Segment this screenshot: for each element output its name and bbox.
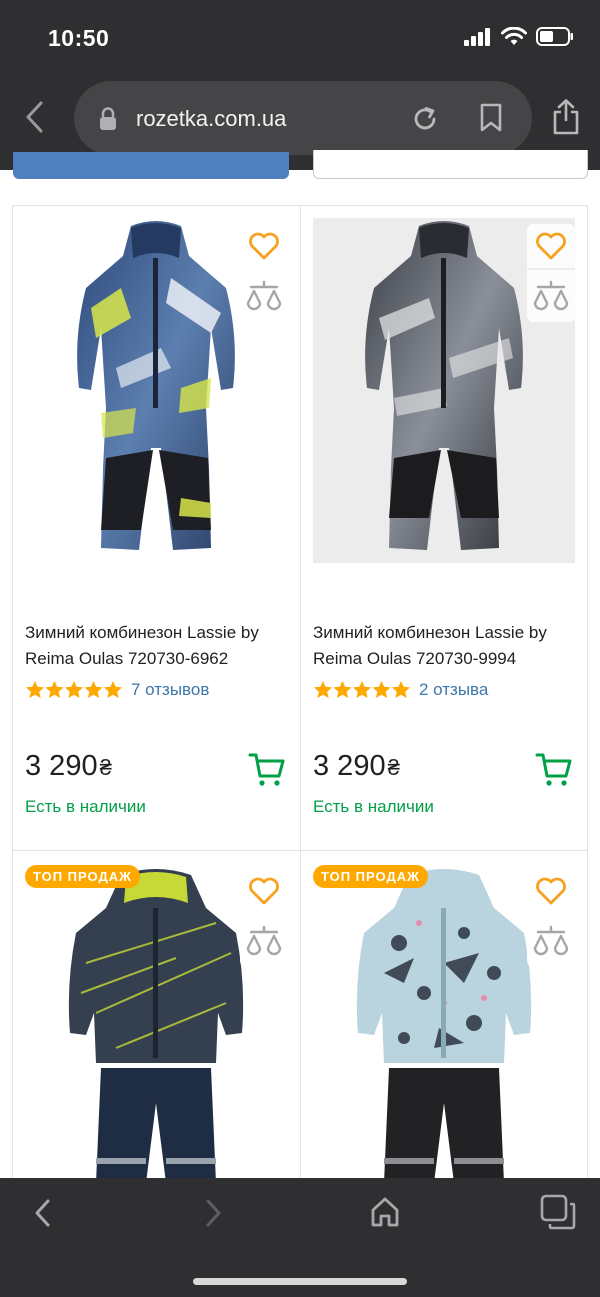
sort-select[interactable] <box>313 150 588 179</box>
product-card[interactable]: Зимний комбинезон Lassie by Reima Oulas … <box>300 206 588 851</box>
price-value: 3 290 <box>25 750 98 782</box>
bookmark-icon[interactable] <box>479 103 503 133</box>
product-title[interactable]: Зимний комбинезон Lassie by Reima Oulas … <box>25 620 295 672</box>
favorite-heart-icon[interactable] <box>240 224 288 268</box>
battery-icon <box>536 27 574 51</box>
rating-stars <box>25 680 123 700</box>
top-sales-badge: ТОП ПРОДАЖ <box>313 865 428 888</box>
tabs-icon[interactable] <box>540 1194 576 1230</box>
wifi-icon <box>501 26 527 51</box>
favorite-heart-icon[interactable] <box>240 869 288 913</box>
availability-status: Есть в наличии <box>25 797 146 816</box>
home-icon[interactable] <box>370 1196 400 1228</box>
compare-scales-icon[interactable] <box>527 915 575 967</box>
favorite-heart-icon[interactable] <box>527 869 575 913</box>
price-value: 3 290 <box>313 750 386 782</box>
url-text[interactable]: rozetka.com.ua <box>136 106 286 132</box>
product-price: 3 290 ₴ <box>313 750 400 783</box>
add-to-cart-icon[interactable] <box>248 752 286 793</box>
back-icon[interactable] <box>32 1198 54 1228</box>
back-chevron-icon[interactable] <box>24 100 46 134</box>
availability-status: Есть в наличии <box>313 797 434 816</box>
currency-symbol: ₴ <box>387 755 400 780</box>
product-card[interactable]: ТОП ПРОДАЖ <box>300 851 588 1191</box>
filter-button[interactable] <box>13 152 289 179</box>
share-icon[interactable] <box>551 98 581 136</box>
reviews-link[interactable]: 2 отзыва <box>419 680 488 700</box>
product-rating[interactable]: 2 отзыва <box>313 680 488 700</box>
status-time: 10:50 <box>48 25 110 51</box>
compare-scales-icon[interactable] <box>240 915 288 967</box>
product-grid: Зимний комбинезон Lassie by Reima Oulas … <box>12 205 588 1191</box>
top-sales-badge: ТОП ПРОДАЖ <box>25 865 140 888</box>
compare-scales-icon[interactable] <box>527 270 575 322</box>
product-card[interactable]: Зимний комбинезон Lassie by Reima Oulas … <box>12 206 300 851</box>
forward-icon[interactable] <box>202 1198 224 1228</box>
currency-symbol: ₴ <box>99 755 112 780</box>
reviews-link[interactable]: 7 отзывов <box>131 680 209 700</box>
product-price: 3 290 ₴ <box>25 750 112 783</box>
rating-stars <box>313 680 411 700</box>
browser-top-chrome: 10:50 rozetka.com.ua <box>0 0 600 170</box>
lock-icon <box>99 107 117 131</box>
product-card[interactable]: ТОП ПРОДАЖ <box>12 851 300 1191</box>
status-icons <box>464 26 574 51</box>
home-indicator[interactable] <box>193 1278 407 1285</box>
add-to-cart-icon[interactable] <box>535 752 573 793</box>
signal-icon <box>464 27 492 51</box>
product-title[interactable]: Зимний комбинезон Lassie by Reima Oulas … <box>313 620 583 672</box>
product-rating[interactable]: 7 отзывов <box>25 680 209 700</box>
compare-scales-icon[interactable] <box>240 270 288 322</box>
star-icons <box>314 681 410 698</box>
reload-icon[interactable] <box>410 104 440 134</box>
star-icons <box>26 681 122 698</box>
favorite-heart-icon[interactable] <box>527 224 575 268</box>
